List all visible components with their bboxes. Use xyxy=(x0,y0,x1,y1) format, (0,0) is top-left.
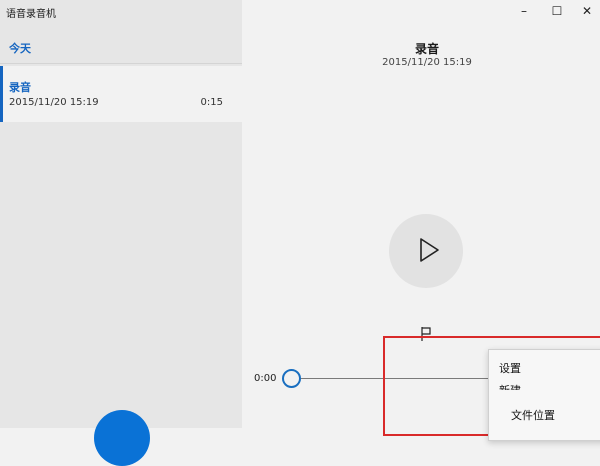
timeline-thumb[interactable] xyxy=(282,369,301,388)
player-pane: – ☐ ✕ 录音 2015/11/20 15:19 0:00 设置 新建 文件位… xyxy=(242,0,600,441)
current-time: 0:00 xyxy=(254,373,277,384)
context-menu: 设置 新建 文件位置 xyxy=(488,349,600,441)
menu-item-new[interactable]: 新建 xyxy=(499,382,521,390)
close-button[interactable]: ✕ xyxy=(572,0,600,22)
play-button[interactable] xyxy=(389,214,463,288)
maximize-button[interactable]: ☐ xyxy=(542,0,572,22)
app-title: 语音录音机 xyxy=(6,9,56,20)
record-button[interactable] xyxy=(94,410,150,466)
play-icon xyxy=(420,238,439,262)
player-title: 录音 xyxy=(414,42,439,56)
recording-title: 录音 xyxy=(9,81,31,94)
minimize-button[interactable]: – xyxy=(509,0,539,22)
recording-date: 2015/11/20 15:19 xyxy=(9,97,99,108)
divider xyxy=(0,63,242,64)
selected-indicator xyxy=(0,66,3,122)
player-date: 2015/11/20 15:19 xyxy=(382,57,472,68)
recording-list-item[interactable]: 录音 2015/11/20 15:19 0:15 xyxy=(0,66,242,122)
recordings-sidebar: 语音录音机 今天 录音 2015/11/20 15:19 0:15 xyxy=(0,0,242,466)
group-header-today: 今天 xyxy=(9,42,31,55)
menu-item-file-location[interactable]: 文件位置 xyxy=(511,407,555,423)
recording-duration: 0:15 xyxy=(200,97,223,108)
menu-item-settings[interactable]: 设置 xyxy=(499,360,521,376)
